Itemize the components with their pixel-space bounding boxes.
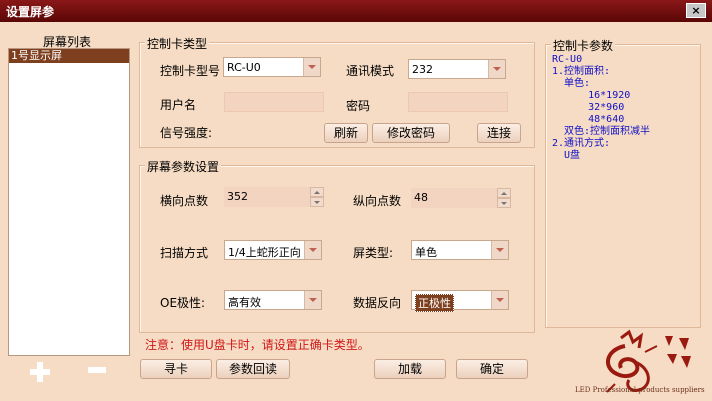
password-label: 密码	[346, 99, 371, 113]
oe-polarity-select[interactable]: 高有效	[224, 290, 322, 310]
spin-down-icon[interactable]	[497, 198, 511, 208]
comm-mode-select[interactable]: 232	[408, 59, 506, 79]
signal-strength-label: 信号强度:	[160, 126, 213, 140]
screen-type-label: 屏类型:	[353, 246, 394, 260]
chevron-down-icon[interactable]	[491, 291, 508, 309]
spin-down-icon[interactable]	[310, 197, 324, 207]
spin-up-icon[interactable]	[310, 187, 324, 197]
chevron-down-icon[interactable]	[304, 291, 321, 309]
card-model-value: RC-U0	[227, 61, 261, 74]
screen-params-legend: 屏幕参数设置	[145, 158, 222, 175]
oe-polarity-label: OE极性:	[160, 296, 206, 310]
username-input[interactable]	[224, 92, 324, 112]
screen-list[interactable]: 1号显示屏	[8, 48, 130, 356]
title-bar: 设置屏参 ×	[0, 0, 712, 22]
width-points-value: 352	[227, 190, 248, 203]
change-password-button[interactable]: 修改密码	[372, 123, 450, 143]
scan-mode-select[interactable]: 1/4上蛇形正向	[224, 240, 322, 260]
width-points-label: 横向点数	[160, 194, 209, 208]
height-points-value: 48	[414, 191, 428, 204]
connect-button[interactable]: 连接	[477, 123, 521, 143]
search-card-button[interactable]: 寻卡	[140, 359, 212, 379]
scan-mode-label: 扫描方式	[160, 246, 209, 260]
height-points-label: 纵向点数	[353, 194, 402, 208]
card-params-text: RC-U0 1.控制面积: 单色: 16*1920 32*960 48*640 …	[552, 54, 651, 161]
data-invert-value: 正极性	[415, 294, 454, 312]
chevron-down-icon[interactable]	[491, 241, 508, 259]
chevron-down-icon[interactable]	[488, 60, 505, 78]
card-model-select[interactable]: RC-U0	[223, 57, 321, 77]
spin-up-icon[interactable]	[497, 188, 511, 198]
ok-button[interactable]: 确定	[456, 359, 528, 379]
card-params-legend: 控制卡参数	[551, 37, 616, 54]
screen-type-select[interactable]: 单色	[411, 240, 509, 260]
chevron-down-icon[interactable]	[303, 58, 320, 76]
screen-type-value: 单色	[415, 246, 437, 259]
notice-text: 注意：使用U盘卡时，请设置正确卡类型。	[145, 338, 370, 352]
data-invert-select[interactable]: 正极性	[411, 290, 509, 312]
card-model-label: 控制卡型号	[160, 64, 221, 78]
width-points-stepper[interactable]: 352	[224, 187, 324, 207]
password-input[interactable]	[408, 92, 508, 112]
load-button[interactable]: 加载	[374, 359, 446, 379]
readback-button[interactable]: 参数回读	[216, 359, 290, 379]
settings-window: 设置屏参 × 屏幕列表 1号显示屏 控制卡类型 控制卡型号 RC-U0 通讯模式…	[0, 0, 712, 401]
remove-screen-icon[interactable]	[88, 367, 106, 373]
comm-mode-value: 232	[412, 63, 433, 76]
data-invert-label: 数据反向	[353, 296, 402, 310]
oe-polarity-value: 高有效	[228, 296, 261, 309]
username-label: 用户名	[160, 98, 197, 112]
list-item[interactable]: 1号显示屏	[9, 49, 129, 63]
chevron-down-icon[interactable]	[304, 241, 321, 259]
card-type-legend: 控制卡类型	[145, 35, 210, 52]
comm-mode-label: 通讯模式	[346, 64, 395, 78]
add-screen-icon[interactable]	[30, 362, 50, 382]
refresh-button[interactable]: 刷新	[324, 123, 368, 143]
close-button[interactable]: ×	[686, 3, 706, 18]
height-points-stepper[interactable]: 48	[411, 188, 511, 208]
logo-caption: LED Professional products suppliers	[575, 386, 705, 394]
scan-mode-value: 1/4上蛇形正向	[228, 246, 301, 259]
window-title: 设置屏参	[6, 5, 55, 19]
